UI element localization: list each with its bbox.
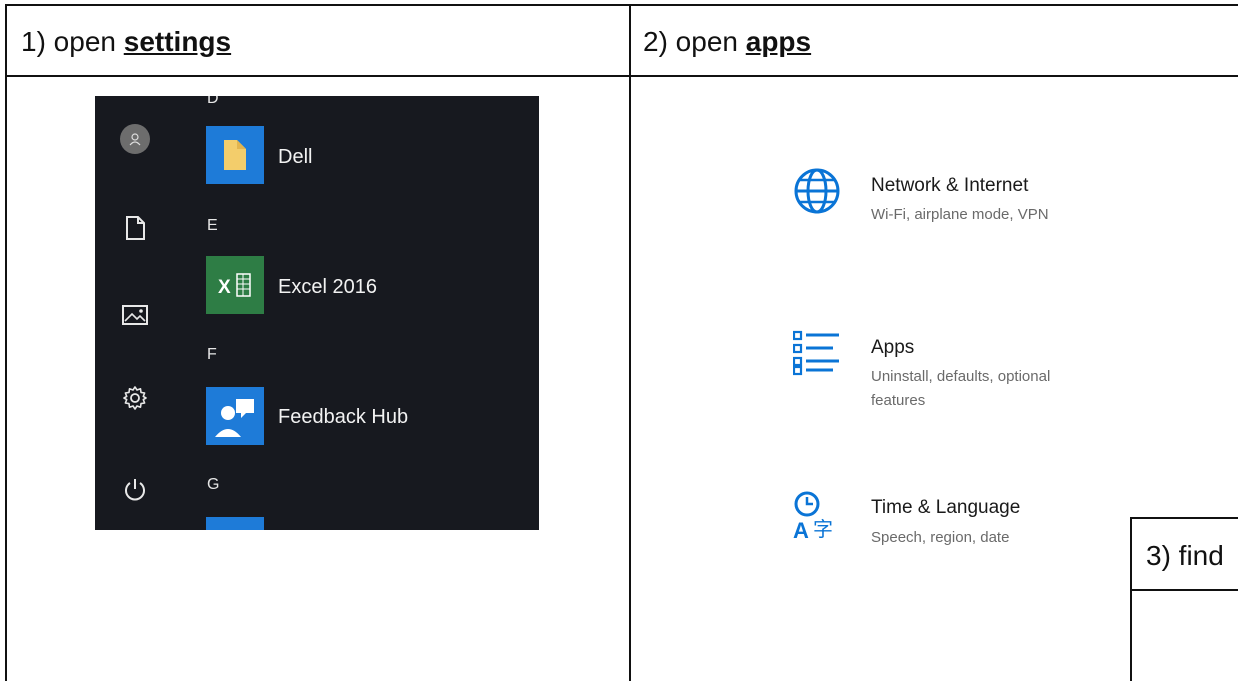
- pictures-icon[interactable]: [119, 299, 151, 331]
- apps-list-icon: [793, 330, 839, 376]
- avatar-icon[interactable]: [119, 123, 151, 155]
- table-column-divider: [629, 4, 631, 681]
- settings-item-title: Network & Internet: [871, 175, 1029, 196]
- feedback-hub-tile[interactable]: [206, 387, 264, 445]
- settings-item-subtitle-line2: features: [871, 392, 926, 409]
- group-letter-g: G: [207, 476, 220, 493]
- step3-cell-left-border: [1130, 517, 1132, 681]
- group-letter-f: F: [207, 346, 217, 363]
- step2-heading: 2) open apps: [643, 26, 812, 57]
- step1-heading: 1) open settings: [21, 26, 232, 57]
- settings-item-title: Apps: [871, 337, 915, 358]
- step3-header-divider: [1130, 589, 1238, 591]
- step3-heading: 3) find: [1146, 540, 1224, 571]
- settings-item-title: Time & Language: [871, 497, 1021, 518]
- dell-tile[interactable]: [206, 126, 264, 184]
- settings-gear-icon[interactable]: [119, 382, 151, 414]
- dell-folder-icon: [224, 140, 246, 170]
- table-border-left: [5, 4, 7, 681]
- app-label-dell[interactable]: Dell: [278, 146, 312, 169]
- settings-item-subtitle: Uninstall, defaults, optional: [871, 368, 1051, 385]
- partial-g-tile[interactable]: [206, 517, 264, 530]
- step3-cell-top-border: [1130, 517, 1238, 519]
- app-label-feedback-hub[interactable]: Feedback Hub: [278, 406, 408, 429]
- table-header-divider: [5, 75, 1238, 77]
- svg-text:字: 字: [813, 517, 833, 541]
- excel-icon: X: [218, 273, 251, 298]
- group-letter-e: E: [207, 217, 218, 234]
- globe-icon: [794, 168, 840, 214]
- svg-text:X: X: [218, 277, 231, 298]
- time-language-icon: A 字: [793, 491, 833, 542]
- apps-keyword: apps: [745, 26, 812, 57]
- power-icon[interactable]: [119, 474, 151, 506]
- excel-tile[interactable]: X: [206, 256, 264, 314]
- partial-app-icon: [206, 517, 264, 530]
- settings-keyword: settings: [123, 26, 232, 57]
- settings-item-subtitle: Wi-Fi, airplane mode, VPN: [871, 206, 1049, 223]
- svg-text:A: A: [793, 518, 809, 542]
- group-letter-d: D: [207, 96, 219, 107]
- app-label-excel[interactable]: Excel 2016: [278, 276, 377, 299]
- start-menu-screenshot: D Dell E X Excel 2016 F Feedback Hub G: [95, 96, 539, 530]
- table-border-top: [5, 4, 1238, 6]
- document-icon[interactable]: [119, 212, 151, 244]
- start-menu-rail: [95, 96, 177, 530]
- settings-item-subtitle: Speech, region, date: [871, 529, 1010, 546]
- feedback-hub-icon: [215, 399, 254, 437]
